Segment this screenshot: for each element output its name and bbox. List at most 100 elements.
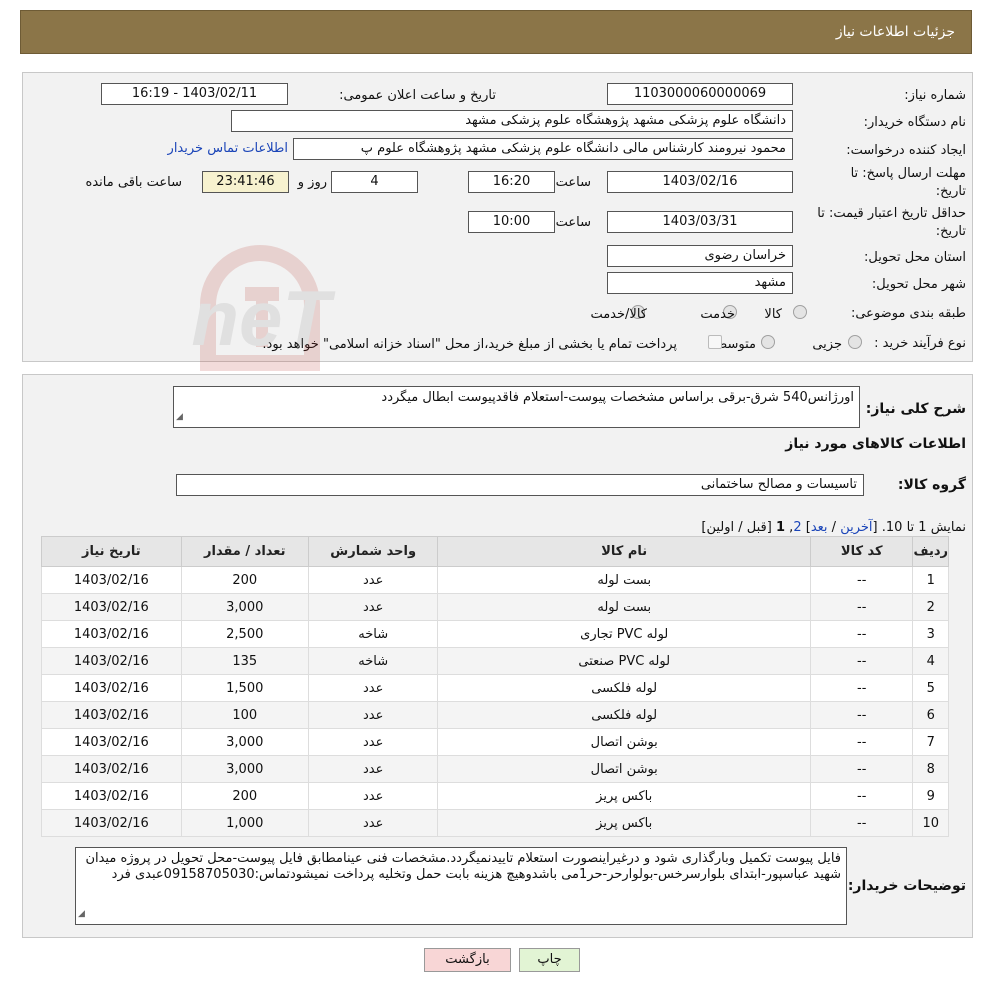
cell-quantity: 1,000: [180, 809, 309, 837]
description-box: اورژانس540 شرق-برقی براساس مشخصات پیوست-…: [173, 386, 860, 428]
process-radio-medium[interactable]: [761, 335, 775, 349]
table-header-row: ردیف کد کالا نام کالا واحد شمارش تعداد /…: [41, 536, 949, 567]
cell-need-date: 1403/02/16: [41, 782, 182, 810]
back-button[interactable]: بازگشت: [424, 948, 511, 972]
cell-quantity: 1,500: [180, 674, 309, 702]
cell-item-code: --: [810, 782, 914, 810]
cell-item-name: لوله فلکسی: [437, 674, 812, 702]
announce-label: تاریخ و ساعت اعلان عمومی:: [339, 88, 496, 103]
cell-need-date: 1403/02/16: [41, 593, 182, 621]
cell-row-number: 2: [912, 593, 949, 621]
table-row: 7 -- بوشن اتصال عدد 3,000 1403/02/16: [41, 728, 949, 756]
buyer-org-label: نام دستگاه خریدار:: [863, 115, 966, 130]
cell-quantity: 135: [180, 647, 309, 675]
cell-quantity: 200: [180, 566, 309, 594]
deadline-time-label: ساعت: [555, 175, 591, 190]
cell-row-number: 8: [912, 755, 949, 783]
pagination-page-2[interactable]: 2: [793, 520, 801, 535]
deadline-time-field: 16:20: [468, 171, 555, 193]
goods-group-label: گروه کالا:: [897, 477, 966, 493]
goods-info-title: اطلاعات کالاهای مورد نیاز: [785, 436, 966, 452]
cell-unit: شاخه: [307, 620, 439, 648]
cell-need-date: 1403/02/16: [41, 701, 182, 729]
cell-row-number: 4: [912, 647, 949, 675]
pagination-summary: نمایش 1 تا 10.: [881, 520, 966, 535]
cell-quantity: 100: [180, 701, 309, 729]
print-button[interactable]: چاپ: [519, 948, 580, 972]
pagination: نمایش 1 تا 10. [آخرین / بعد] 2, 1 [قبل /…: [701, 520, 966, 535]
col-quantity: تعداد / مقدار: [180, 536, 309, 567]
cell-need-date: 1403/02/16: [41, 809, 182, 837]
creator-label: ایجاد کننده درخواست:: [846, 143, 966, 158]
announce-field: 1403/02/11 - 16:19: [101, 83, 288, 105]
cell-row-number: 9: [912, 782, 949, 810]
cell-row-number: 1: [912, 566, 949, 594]
validity-time-label: ساعت: [555, 215, 591, 230]
cell-need-date: 1403/02/16: [41, 755, 182, 783]
validity-label-2: تاریخ:: [935, 224, 966, 239]
pagination-page-1: 1: [775, 520, 786, 535]
cell-item-name: بوشن اتصال: [437, 728, 812, 756]
validity-date-field: 1403/03/31: [607, 211, 793, 233]
cell-quantity: 2,500: [180, 620, 309, 648]
cell-unit: عدد: [307, 593, 439, 621]
process-label: نوع فرآیند خرید :: [874, 336, 966, 351]
cell-row-number: 7: [912, 728, 949, 756]
resize-grip-icon[interactable]: ◢: [78, 906, 85, 922]
cell-quantity: 3,000: [180, 755, 309, 783]
cell-need-date: 1403/02/16: [41, 728, 182, 756]
buyer-notes-box: فایل پیوست تکمیل وبارگذاری شود و درغیرای…: [75, 847, 847, 925]
cell-unit: عدد: [307, 728, 439, 756]
cell-unit: عدد: [307, 674, 439, 702]
description-label: شرح کلی نیاز:: [865, 401, 966, 417]
days-field: 4: [331, 171, 418, 193]
process-note-checkbox[interactable]: [708, 335, 722, 349]
table-row: 2 -- بست لوله عدد 3,000 1403/02/16: [41, 593, 949, 621]
cell-unit: عدد: [307, 755, 439, 783]
buyer-notes-text: فایل پیوست تکمیل وبارگذاری شود و درغیرای…: [85, 851, 841, 882]
page-header: جزئیات اطلاعات نیاز: [20, 10, 972, 54]
category-radio-goods[interactable]: [793, 305, 807, 319]
need-number-label: شماره نیاز:: [904, 88, 966, 103]
buyer-org-field: دانشگاه علوم پزشکی مشهد پژوهشگاه علوم پز…: [231, 110, 793, 132]
cell-unit: عدد: [307, 566, 439, 594]
cell-quantity: 200: [180, 782, 309, 810]
cell-unit: شاخه: [307, 647, 439, 675]
cell-need-date: 1403/02/16: [41, 566, 182, 594]
creator-field: محمود نیرومند کارشناس مالی دانشگاه علوم …: [293, 138, 793, 160]
pagination-last-link[interactable]: آخرین: [840, 520, 872, 535]
cell-item-name: باکس پریز: [437, 809, 812, 837]
cell-item-name: لوله PVC تجاری: [437, 620, 812, 648]
cell-item-code: --: [810, 701, 914, 729]
table-row: 8 -- بوشن اتصال عدد 3,000 1403/02/16: [41, 755, 949, 783]
cell-item-code: --: [810, 755, 914, 783]
cell-item-name: باکس پریز: [437, 782, 812, 810]
cell-item-code: --: [810, 809, 914, 837]
cell-quantity: 3,000: [180, 593, 309, 621]
resize-grip-icon[interactable]: ◢: [176, 409, 183, 425]
contact-buyer-link[interactable]: اطلاعات تماس خریدار: [168, 141, 288, 156]
deadline-label: مهلت ارسال پاسخ: تا: [850, 166, 966, 181]
process-radio-minor[interactable]: [848, 335, 862, 349]
process-option-minor: جزیی: [812, 337, 842, 352]
table-row: 4 -- لوله PVC صنعتی شاخه 135 1403/02/16: [41, 647, 949, 675]
cell-item-code: --: [810, 647, 914, 675]
pagination-next-link[interactable]: بعد: [811, 520, 828, 535]
category-label: طبقه بندی موضوعی:: [850, 306, 966, 321]
buyer-notes-label: توضیحات خریدار:: [847, 878, 966, 894]
remaining-label: ساعت باقی مانده: [85, 175, 182, 190]
table-row: 9 -- باکس پریز عدد 200 1403/02/16: [41, 782, 949, 810]
cell-item-code: --: [810, 728, 914, 756]
table-row: 3 -- لوله PVC تجاری شاخه 2,500 1403/02/16: [41, 620, 949, 648]
category-option-service: خدمت: [700, 307, 735, 322]
col-row-number: ردیف: [912, 536, 949, 567]
cell-need-date: 1403/02/16: [41, 647, 182, 675]
cell-quantity: 3,000: [180, 728, 309, 756]
cell-row-number: 5: [912, 674, 949, 702]
days-label: روز و: [297, 175, 327, 190]
city-label: شهر محل تحویل:: [871, 277, 966, 292]
cell-row-number: 10: [912, 809, 949, 837]
page-title: جزئیات اطلاعات نیاز: [835, 24, 955, 40]
cell-item-name: بست لوله: [437, 566, 812, 594]
table-row: 10 -- باکس پریز عدد 1,000 1403/02/16: [41, 809, 949, 837]
